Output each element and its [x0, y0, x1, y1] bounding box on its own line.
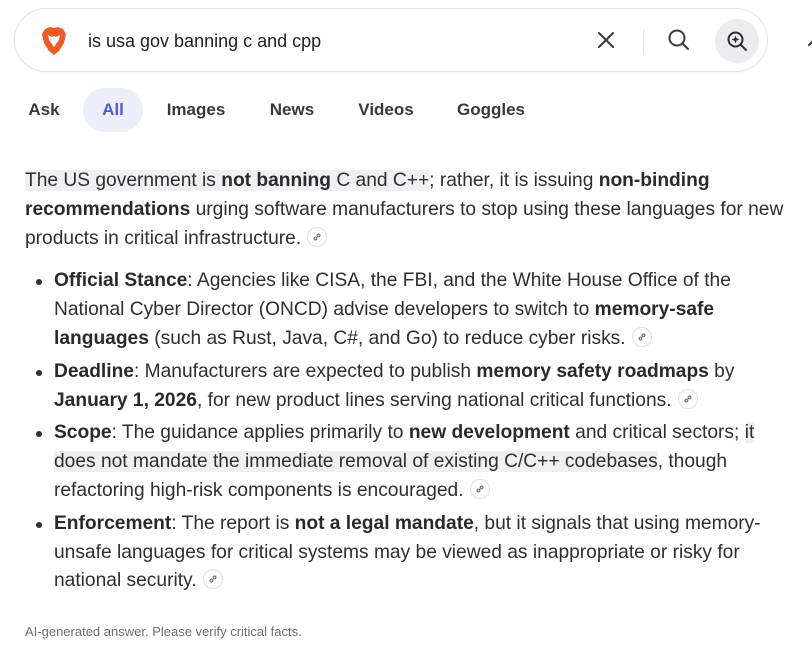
answer-text: C and C++: [331, 170, 430, 191]
answer-text: : Manufacturers are expected to publish: [133, 360, 477, 382]
citation-link-icon[interactable]: [307, 226, 328, 247]
bullet-title: Scope: [54, 422, 112, 444]
citation-link-icon[interactable]: [677, 388, 698, 409]
answer-bold-text: not a legal mandate: [294, 512, 474, 534]
swap-icon[interactable]: [807, 37, 812, 61]
tab-images[interactable]: Images: [152, 88, 240, 132]
ai-disclaimer: AI-generated answer. Please verify criti…: [25, 624, 302, 639]
answer-bold-text: not banning: [221, 170, 332, 191]
list-item: Deadline: Manufacturers are expected to …: [25, 358, 800, 416]
tab-videos[interactable]: Videos: [344, 88, 428, 132]
close-icon[interactable]: [595, 29, 617, 51]
ai-search-button[interactable]: [715, 19, 759, 63]
list-item: Official Stance: Agencies like CISA, the…: [25, 267, 800, 353]
answer-text: by: [708, 360, 735, 382]
answer-bold-text: new development: [408, 422, 570, 444]
search-divider: [643, 29, 644, 53]
search-bar: [14, 8, 812, 72]
answer-text: and critical sectors;: [569, 422, 745, 444]
answer-bullet-list: Official Stance: Agencies like CISA, the…: [25, 267, 800, 596]
answer-text: , for new product lines serving national…: [196, 389, 672, 411]
bullet-title: Official Stance: [54, 270, 188, 292]
highlight-text: The US government is not banning C and C…: [25, 170, 430, 191]
citation-link-icon[interactable]: [202, 569, 223, 590]
search-input[interactable]: [88, 28, 568, 54]
answer-text: ; rather, it is issuing: [429, 170, 599, 191]
citation-link-icon[interactable]: [469, 478, 490, 499]
answer-intro: The US government is not banning C and C…: [25, 167, 800, 253]
bullet-title: Deadline: [54, 360, 134, 382]
list-item: Scope: The guidance applies primarily to…: [25, 419, 800, 505]
answer-bold-text: January 1, 2026: [54, 389, 197, 411]
answer-bold-text: memory safety roadmaps: [476, 360, 709, 382]
ai-answer: The US government is not banning C and C…: [25, 167, 800, 600]
search-icon[interactable]: [667, 28, 691, 52]
answer-text: : The guidance applies primarily to: [111, 422, 409, 444]
list-item: Enforcement: The report is not a legal m…: [25, 510, 800, 596]
answer-text: The US government is: [25, 170, 222, 191]
answer-text: : The report is: [171, 512, 295, 534]
answer-text: (such as Rust, Java, C#, and Go) to redu…: [148, 327, 626, 349]
tab-all[interactable]: All: [83, 88, 143, 132]
citation-link-icon[interactable]: [631, 326, 652, 347]
bullet-title: Enforcement: [54, 512, 172, 534]
tab-news[interactable]: News: [254, 88, 330, 132]
brave-logo-icon[interactable]: [41, 26, 67, 56]
tab-goggles[interactable]: Goggles: [442, 88, 540, 132]
tab-ask[interactable]: Ask: [14, 88, 74, 132]
ai-search-icon: [727, 31, 747, 51]
